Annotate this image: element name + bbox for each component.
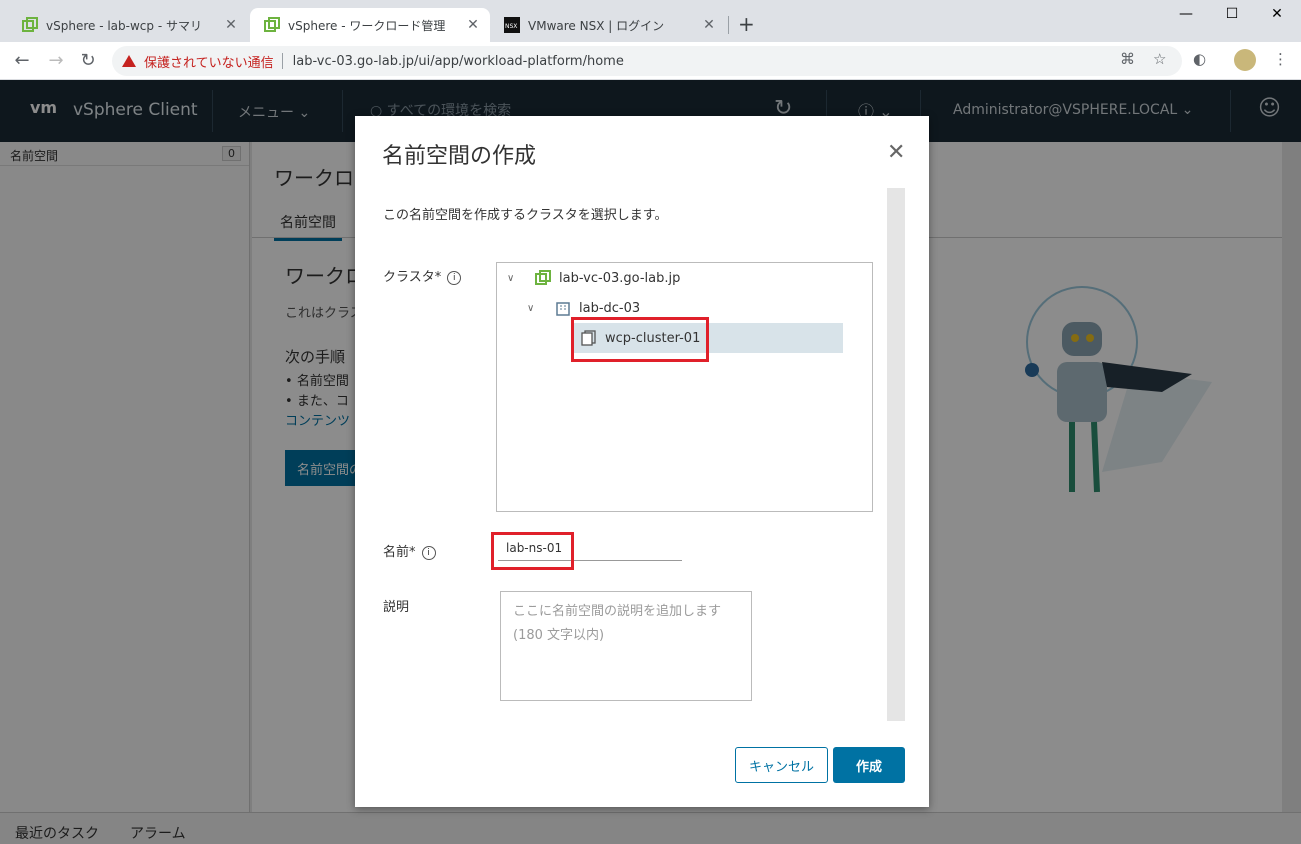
vsphere-icon (22, 17, 38, 32)
description-placeholder-hint: (180 文字以内) (513, 628, 605, 643)
nsx-icon: NSX (504, 17, 520, 33)
cluster-label-text: クラスタ (383, 270, 435, 285)
avatar[interactable] (1234, 49, 1256, 71)
close-icon[interactable]: ✕ (700, 17, 718, 33)
close-icon[interactable]: ✕ (464, 17, 482, 33)
create-button[interactable]: 作成 (833, 747, 905, 783)
vcenter-icon (535, 270, 551, 285)
forward-icon[interactable]: → (44, 50, 68, 71)
vsphere-icon (264, 17, 280, 32)
info-icon[interactable]: i (447, 270, 462, 285)
url-text[interactable]: lab-vc-03.go-lab.jp/ui/app/workload-plat… (293, 54, 624, 69)
tree-label: lab-vc-03.go-lab.jp (559, 270, 681, 286)
cluster-tree: ∨ lab-vc-03.go-lab.jp ∨ lab-dc-03 wcp-cl… (496, 262, 873, 512)
description-field[interactable]: ここに名前空間の説明を追加します (180 文字以内) (500, 591, 752, 701)
close-icon[interactable]: ✕ (887, 140, 905, 165)
back-icon[interactable]: ← (10, 50, 34, 71)
tab-title: vSphere - lab-wcp - サマリ (46, 18, 202, 33)
maximize-icon[interactable]: ☐ (1220, 6, 1244, 22)
description-placeholder: ここに名前空間の説明を追加します (513, 604, 722, 619)
name-label-text: 名前 (383, 545, 410, 560)
tab-title: VMware NSX | ログイン (528, 18, 665, 33)
tab-divider (728, 16, 729, 34)
description-label: 説明 (383, 600, 410, 615)
scrollbar[interactable] (887, 188, 905, 721)
address-bar[interactable]: 保護されていない通信 lab-vc-03.go-lab.jp/ui/app/wo… (112, 46, 1182, 76)
reload-icon[interactable]: ↻ (76, 50, 100, 71)
translate-icon[interactable]: ⌘ (1120, 50, 1135, 68)
svg-text:NSX: NSX (505, 23, 517, 30)
dialog-title: 名前空間の作成 (382, 144, 537, 169)
warning-icon (122, 55, 136, 67)
window-close-icon[interactable]: ✕ (1265, 6, 1289, 22)
cancel-button[interactable]: キャンセル (735, 747, 828, 783)
tab-vsphere-summary[interactable]: vSphere - lab-wcp - サマリ ✕ (8, 8, 248, 42)
browser-toolbar: ← → ↻ 保護されていない通信 lab-vc-03.go-lab.jp/ui/… (0, 42, 1301, 80)
tab-title: vSphere - ワークロード管理 (288, 18, 446, 33)
browser-tabstrip: vSphere - lab-wcp - サマリ ✕ vSphere - ワークロ… (0, 0, 1301, 42)
tab-nsx-login[interactable]: NSX VMware NSX | ログイン ✕ (490, 8, 726, 42)
name-label: 名前* i (383, 541, 436, 560)
new-tab-icon[interactable]: + (738, 12, 755, 36)
info-icon[interactable]: i (421, 545, 436, 560)
create-namespace-dialog: 名前空間の作成 ✕ この名前空間を作成するクラスタを選択します。 クラスタ* i … (355, 116, 929, 807)
bookmark-star-icon[interactable]: ☆ (1153, 50, 1166, 68)
dialog-intro: この名前空間を作成するクラスタを選択します。 (383, 208, 668, 223)
minimize-icon[interactable]: — (1174, 6, 1198, 22)
datacenter-icon (556, 302, 570, 316)
chevron-down-icon[interactable]: ∨ (527, 303, 541, 314)
security-status[interactable]: 保護されていない通信 (144, 52, 274, 71)
cluster-label: クラスタ* i (383, 266, 462, 285)
highlight-box (571, 317, 709, 362)
close-icon[interactable]: ✕ (222, 17, 240, 33)
highlight-box (491, 532, 574, 570)
omnibox-divider (281, 53, 283, 69)
tree-label: lab-dc-03 (579, 300, 641, 316)
tree-node-vcenter[interactable]: ∨ lab-vc-03.go-lab.jp (507, 263, 680, 293)
browser-menu-icon[interactable]: ⋮ (1273, 50, 1288, 68)
chevron-down-icon[interactable]: ∨ (507, 273, 521, 284)
tab-vsphere-workload[interactable]: vSphere - ワークロード管理 ✕ (250, 8, 490, 42)
extension-icon[interactable]: ◐ (1193, 50, 1206, 68)
